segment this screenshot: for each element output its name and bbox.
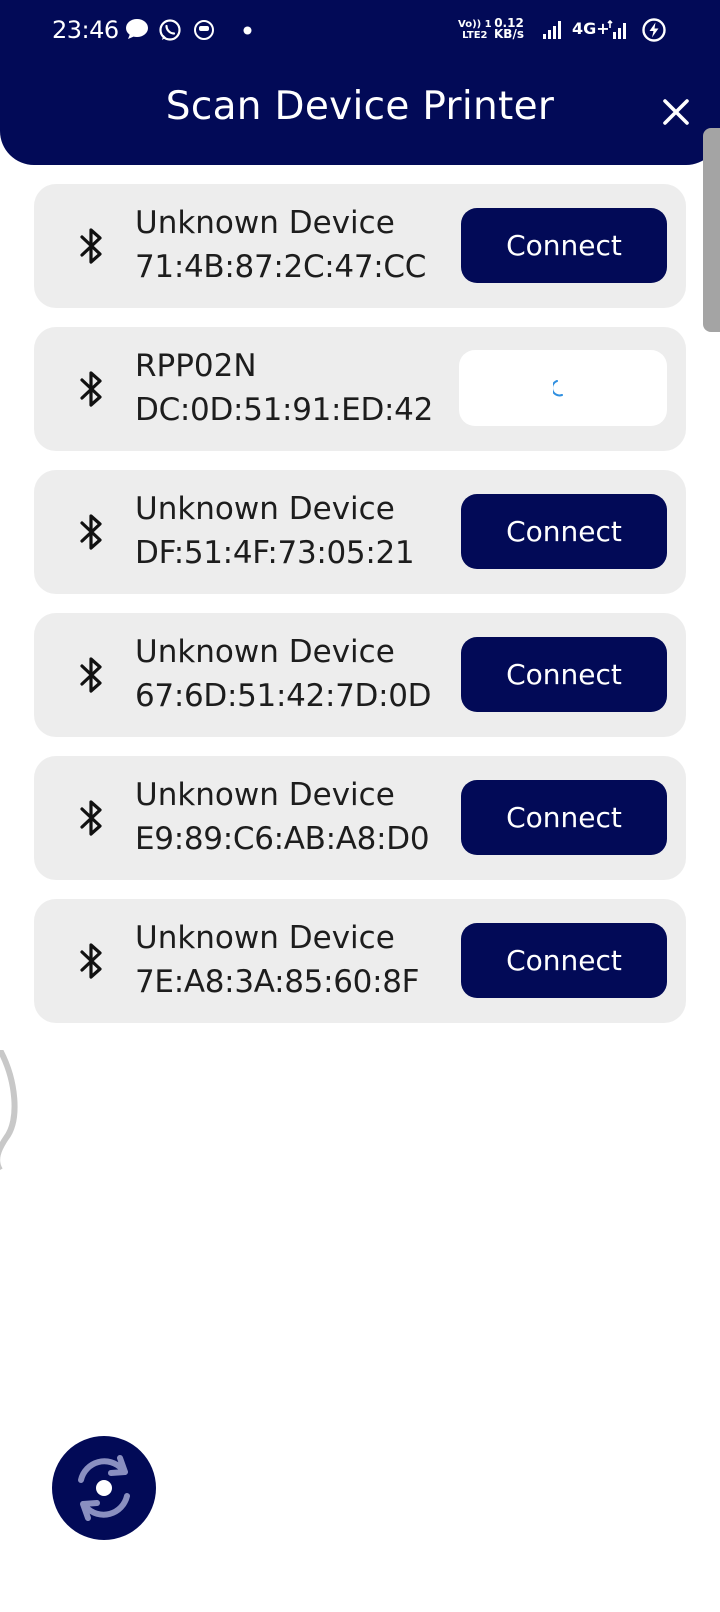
refresh-icon: [78, 1455, 130, 1521]
device-name: RPP02N: [135, 348, 257, 384]
bluetooth-icon: [80, 800, 102, 836]
scrollbar-thumb[interactable]: [703, 128, 720, 332]
signal-icon: [543, 21, 561, 39]
device-card: Unknown Device E9:89:C6:AB:A8:D0 Connect: [34, 756, 686, 880]
status-bar: 23:46 Vo)) 1 LTE2 0.12 KB/s 4G+: [0, 0, 720, 62]
device-card: Unknown Device 7E:A8:3A:85:60:8F Connect: [34, 899, 686, 1023]
device-address: DF:51:4F:73:05:21: [135, 535, 415, 571]
device-name: Unknown Device: [135, 920, 395, 956]
volte-indicator: Vo)) 1 LTE2: [458, 19, 492, 41]
network-type: 4G+: [572, 19, 610, 38]
app-icon: [194, 20, 214, 40]
device-address: E9:89:C6:AB:A8:D0: [135, 821, 430, 857]
bluetooth-icon: [80, 514, 102, 550]
bluetooth-icon: [80, 943, 102, 979]
signal-icon: [607, 20, 626, 39]
message-icon: [126, 19, 148, 39]
app-header: 23:46 Vo)) 1 LTE2 0.12 KB/s 4G+ Scan Dev…: [0, 0, 720, 165]
network-speed: 0.12 KB/s: [494, 16, 524, 41]
device-address: 71:4B:87:2C:47:CC: [135, 249, 427, 285]
connect-button[interactable]: Connect: [461, 637, 667, 712]
bluetooth-icon: [80, 228, 102, 264]
battery-charging-icon: [642, 18, 666, 42]
device-address: 7E:A8:3A:85:60:8F: [135, 964, 420, 1000]
device-name: Unknown Device: [135, 491, 395, 527]
connect-button[interactable]: Connect: [461, 494, 667, 569]
device-list: Unknown Device 71:4B:87:2C:47:CC Connect…: [34, 184, 686, 1042]
device-name: Unknown Device: [135, 205, 395, 241]
refresh-button[interactable]: [52, 1436, 156, 1540]
device-card: Unknown Device 67:6D:51:42:7D:0D Connect: [34, 613, 686, 737]
whatsapp-icon: [159, 19, 181, 41]
device-name: Unknown Device: [135, 634, 395, 670]
bluetooth-icon: [80, 371, 102, 407]
connect-button[interactable]: Connect: [461, 780, 667, 855]
device-name: Unknown Device: [135, 777, 395, 813]
connect-button[interactable]: Connect: [461, 923, 667, 998]
page-title: Scan Device Printer: [165, 84, 555, 129]
device-card: Unknown Device DF:51:4F:73:05:21 Connect: [34, 470, 686, 594]
device-card: Unknown Device 71:4B:87:2C:47:CC Connect: [34, 184, 686, 308]
close-icon[interactable]: [656, 92, 696, 132]
dot-icon: [243, 26, 252, 35]
connect-button[interactable]: Connect: [461, 208, 667, 283]
device-address: 67:6D:51:42:7D:0D: [135, 678, 432, 714]
device-address: DC:0D:51:91:ED:42: [135, 392, 434, 428]
device-card: RPP02N DC:0D:51:91:ED:42: [34, 327, 686, 451]
bluetooth-icon: [80, 657, 102, 693]
loading-spinner-icon: [553, 380, 563, 397]
edge-gesture-handle: [0, 1050, 18, 1170]
connect-button-loading[interactable]: [459, 350, 667, 426]
status-time: 23:46: [52, 16, 119, 44]
